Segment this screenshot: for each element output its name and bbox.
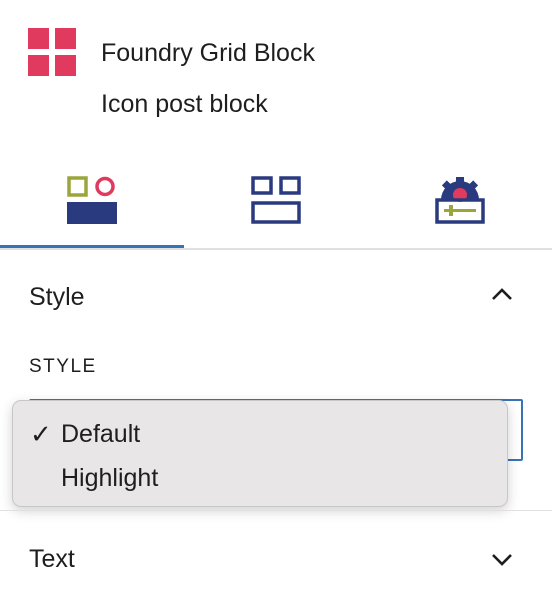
dropdown-option-default[interactable]: ✓ Default (13, 413, 507, 457)
chevron-up-icon (492, 288, 512, 300)
style-tab-icon (67, 176, 117, 224)
style-panel-toggle[interactable]: Style (0, 250, 552, 340)
panel-title-style: Style (29, 283, 85, 311)
option-label: Default (61, 420, 141, 448)
option-label: Highlight (61, 464, 159, 492)
text-panel-toggle[interactable]: Text (0, 512, 552, 604)
style-field-label: STYLE (29, 356, 97, 377)
block-description: Icon post block (101, 90, 268, 118)
dropdown-option-highlight[interactable]: Highlight (13, 457, 507, 501)
panel-title-text: Text (29, 545, 75, 573)
panel-divider (0, 510, 552, 511)
check-icon: ✓ (30, 419, 52, 449)
grid-icon (28, 28, 76, 76)
style-dropdown-menu: ✓ Default Highlight (12, 400, 508, 507)
tab-layout[interactable] (184, 150, 368, 246)
block-card: Foundry Grid Block Icon post block (0, 0, 552, 140)
block-title: Foundry Grid Block (101, 39, 315, 67)
chevron-down-icon (492, 554, 512, 566)
inspector-tabs (0, 150, 552, 250)
layout-tab-icon (251, 176, 301, 224)
tab-settings[interactable] (368, 150, 552, 246)
settings-tab-icon (435, 177, 485, 224)
tab-style[interactable] (0, 150, 184, 248)
